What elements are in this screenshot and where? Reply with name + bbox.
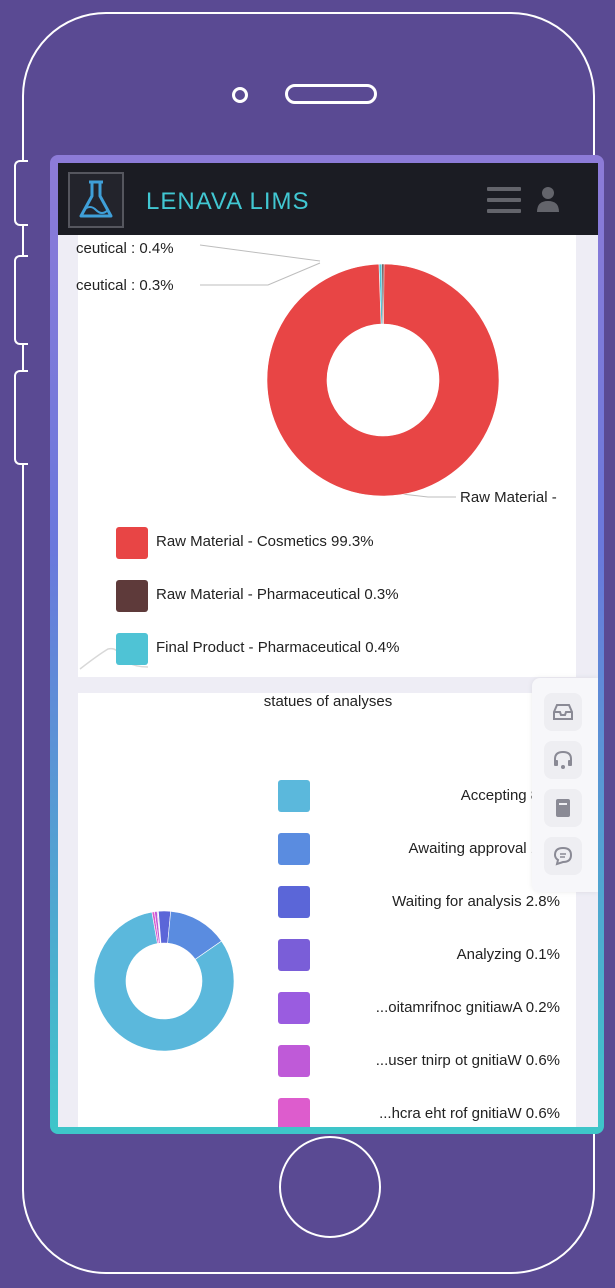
legend-swatch	[116, 633, 148, 665]
legend-label: Analyzing 0.1%	[456, 946, 560, 963]
analyses-donut-chart	[93, 910, 235, 1052]
legend-swatch	[278, 886, 310, 918]
chart-title: statues of analyses	[263, 693, 393, 710]
legend-item[interactable]: Awaiting approval 13.8	[278, 833, 568, 867]
hamburger-menu-icon[interactable]	[487, 187, 521, 213]
legend-swatch	[278, 992, 310, 1024]
chat-icon[interactable]	[544, 837, 582, 875]
phone-speaker	[285, 84, 377, 104]
phone-camera	[232, 87, 248, 103]
callout-label: Raw Material -	[460, 489, 557, 506]
flask-logo-icon[interactable]	[68, 172, 124, 228]
legend-item[interactable]: Waiting for analysis 2.8%	[278, 886, 568, 920]
phone-home-button[interactable]	[279, 1136, 381, 1238]
legend-label: ...user tnirp ot gnitiaW 0.6%	[375, 1052, 560, 1069]
legend-label: Raw Material - Cosmetics 99.3%	[156, 533, 374, 550]
legend-swatch	[278, 939, 310, 971]
legend-item[interactable]: Analyzing 0.1%	[278, 939, 568, 973]
top-navbar: LENAVA LIMS	[58, 163, 598, 235]
phone-volume-up-button	[14, 255, 28, 345]
callout-label: ceutical : 0.3%	[76, 277, 174, 294]
legend-item[interactable]: Raw Material - Pharmaceutical 0.3%	[116, 580, 536, 614]
phone-volume-down-button	[14, 370, 28, 465]
legend-label: Final Product - Pharmaceutical 0.4%	[156, 639, 400, 656]
legend-item[interactable]: ...oitamrifnoc gnitiawA 0.2%	[278, 992, 568, 1026]
floating-action-panel	[532, 678, 598, 892]
phone-mute-switch	[14, 160, 28, 226]
callout-label: ceutical : 0.4%	[76, 240, 174, 257]
user-icon[interactable]	[534, 185, 562, 213]
legend-label: ...oitamrifnoc gnitiawA 0.2%	[375, 999, 560, 1016]
legend-item[interactable]: Accepting 81.8	[278, 780, 568, 814]
inbox-icon[interactable]	[544, 693, 582, 731]
legend-item[interactable]: ...user tnirp ot gnitiaW 0.6%	[278, 1045, 568, 1079]
legend-label: Waiting for analysis 2.8%	[392, 893, 560, 910]
legend-item[interactable]: Raw Material - Cosmetics 99.3%	[116, 527, 536, 561]
legend-item[interactable]: Final Product - Pharmaceutical 0.4%	[116, 633, 536, 667]
legend-swatch	[278, 780, 310, 812]
support-headset-icon[interactable]	[544, 741, 582, 779]
legend-swatch	[116, 527, 148, 559]
legend-item[interactable]: ...hcra eht rof gnitiaW 0.6%	[278, 1098, 568, 1127]
legend-label: ...hcra eht rof gnitiaW 0.6%	[379, 1105, 560, 1122]
legend-label: Raw Material - Pharmaceutical 0.3%	[156, 586, 399, 603]
app-screen: LENAVA LIMS ceutical : 0.4% ceutical : 0…	[58, 163, 598, 1127]
app-title: LENAVA LIMS	[146, 188, 310, 215]
legend-swatch	[278, 833, 310, 865]
legend-swatch	[116, 580, 148, 612]
book-icon[interactable]	[544, 789, 582, 827]
legend-swatch	[278, 1098, 310, 1127]
legend-swatch	[278, 1045, 310, 1077]
